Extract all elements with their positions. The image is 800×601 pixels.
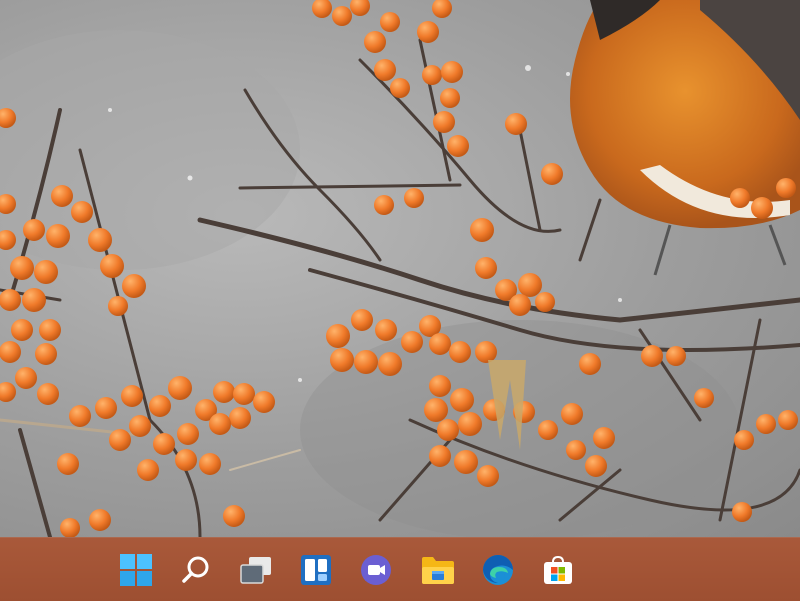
taskbar [0, 537, 800, 601]
store-button[interactable] [540, 552, 576, 588]
search-button[interactable] [178, 552, 214, 588]
teams-chat-icon [361, 555, 391, 585]
widgets-button[interactable] [298, 552, 334, 588]
microsoft-store-icon [544, 555, 572, 584]
start-button[interactable] [118, 552, 154, 588]
task-view-button[interactable] [238, 552, 274, 588]
chat-button[interactable] [358, 552, 394, 588]
robin-bird [570, 0, 800, 276]
file-explorer-button[interactable] [420, 552, 456, 588]
search-icon [182, 556, 209, 583]
wallpaper-image [0, 0, 800, 537]
edge-browser-icon [483, 555, 513, 585]
edge-button[interactable] [480, 552, 516, 588]
windows-logo-icon [120, 554, 152, 586]
desktop[interactable] [0, 0, 800, 537]
widgets-icon [301, 555, 331, 585]
task-view-icon [240, 557, 271, 584]
folder-icon [422, 557, 454, 584]
